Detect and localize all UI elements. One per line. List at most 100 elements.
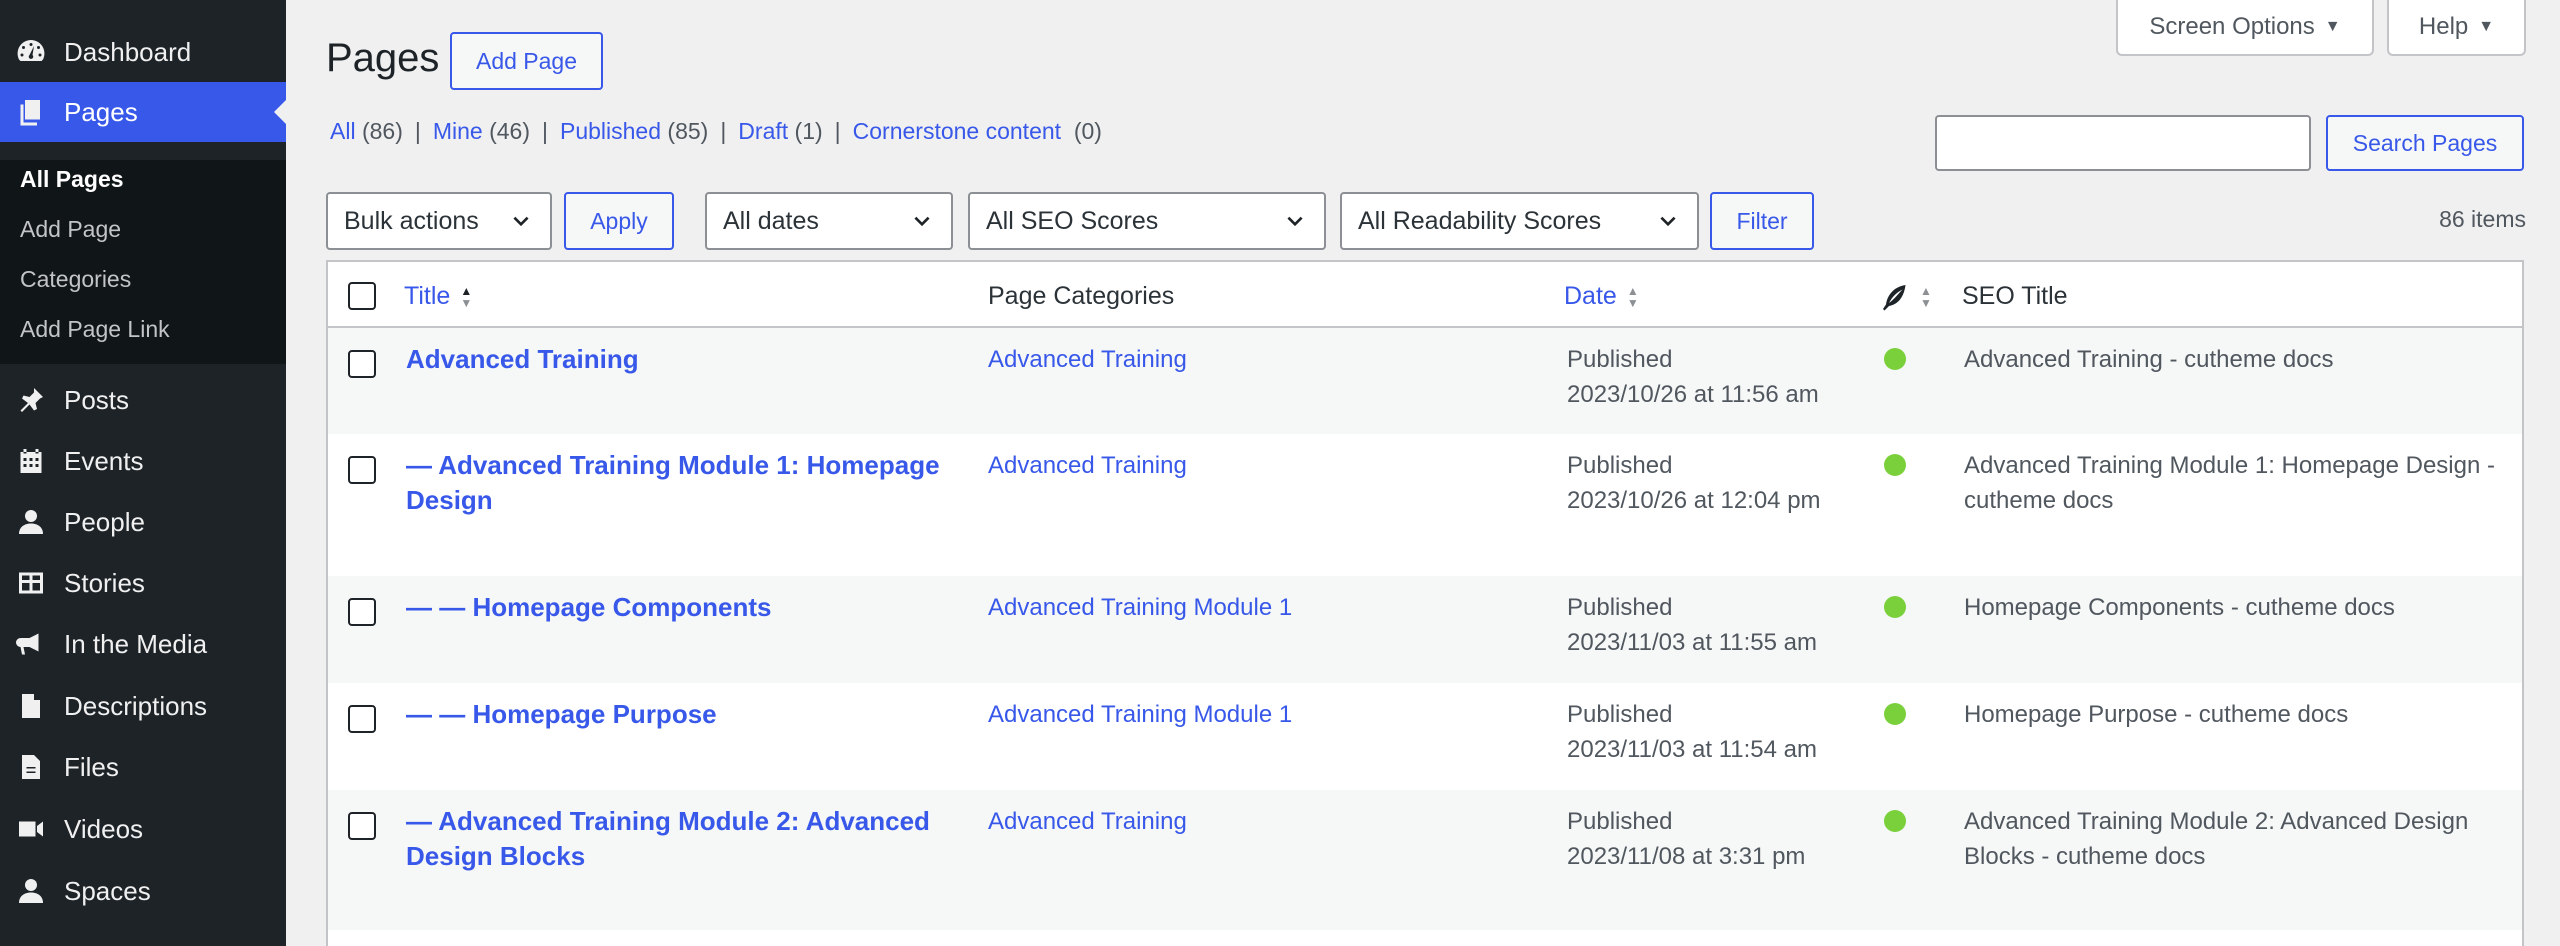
apply-button[interactable]: Apply bbox=[564, 192, 674, 250]
sidebar-item-stories[interactable]: Stories bbox=[0, 553, 286, 613]
sidebar-item-label: People bbox=[64, 506, 145, 537]
sidebar-item-label: Spaces bbox=[64, 875, 151, 906]
sort-icon: ▲ ▼ bbox=[1626, 283, 1639, 310]
pages-table: Title ▲ ▼ Page Categories Date ▲ ▼ ▲ ▼ SEO … bbox=[326, 260, 2524, 946]
view-mine[interactable]: Mine (46) bbox=[433, 118, 530, 145]
sidebar-item-people[interactable]: People bbox=[0, 492, 286, 552]
sidebar-item-label: In the Media bbox=[64, 628, 208, 659]
help-label: Help bbox=[2418, 13, 2469, 40]
page-title-link[interactable]: — Advanced Training Module 2: Advanced D… bbox=[406, 804, 946, 874]
admin-sidebar: Dashboard Pages All Pages Add Page Categ… bbox=[0, 0, 286, 946]
sort-icon: ▲ ▼ bbox=[1920, 284, 1932, 310]
seo-score-indicator bbox=[1884, 348, 1906, 370]
column-seo-score[interactable]: ▲ ▼ bbox=[1880, 282, 1932, 312]
dates-select[interactable]: All dates bbox=[705, 192, 953, 250]
seo-score-indicator bbox=[1884, 596, 1906, 618]
page-title-link[interactable]: Advanced Training bbox=[406, 342, 946, 377]
page-title-link[interactable]: — — Homepage Components bbox=[406, 590, 946, 625]
items-count: 86 items bbox=[2439, 206, 2526, 232]
table-header: Title ▲ ▼ Page Categories Date ▲ ▼ ▲ ▼ SEO … bbox=[328, 262, 2522, 328]
sidebar-item-files[interactable]: Files bbox=[0, 737, 286, 797]
sidebar-item-label: Dashboard bbox=[64, 36, 192, 67]
row-checkbox[interactable] bbox=[348, 456, 376, 484]
seo-scores-select[interactable]: All SEO Scores bbox=[968, 192, 1326, 250]
row-checkbox[interactable] bbox=[348, 598, 376, 626]
sidebar-item-label: Stories bbox=[64, 567, 145, 598]
table-row: — Advanced Training Module 2: Advanced D… bbox=[328, 790, 2522, 930]
calendar-icon bbox=[16, 446, 46, 476]
seo-score-indicator bbox=[1884, 454, 1906, 476]
date-status: Published bbox=[1567, 594, 1673, 621]
seo-title-text: Homepage Components - cutheme docs bbox=[1964, 594, 2395, 621]
table-row: Advanced Training Advanced Training Publ… bbox=[328, 328, 2522, 434]
sidebar-item-label: Posts bbox=[64, 384, 130, 415]
screen-options-button[interactable]: Screen Options ▼ bbox=[2116, 0, 2374, 56]
column-seo-title: SEO Title bbox=[1962, 282, 2068, 310]
seo-title-text: Advanced Training Module 2: Advanced Des… bbox=[1964, 808, 2469, 870]
pin-icon bbox=[16, 385, 46, 415]
view-cornerstone[interactable]: Cornerstone content (0) bbox=[853, 118, 1102, 145]
date-status: Published bbox=[1567, 452, 1673, 479]
category-link[interactable]: Advanced Training bbox=[988, 448, 1187, 483]
date-value: 2023/10/26 at 11:56 am bbox=[1567, 381, 1819, 408]
select-all-checkbox[interactable] bbox=[348, 282, 376, 310]
video-icon bbox=[16, 814, 46, 844]
add-page-button[interactable]: Add Page bbox=[450, 32, 603, 90]
table-row: — Advanced Training Module 1: Homepage D… bbox=[328, 434, 2522, 576]
megaphone-icon bbox=[16, 629, 46, 659]
sidebar-item-spaces[interactable]: Spaces bbox=[0, 861, 286, 921]
sidebar-item-descriptions[interactable]: Descriptions bbox=[0, 676, 286, 736]
seo-score-indicator bbox=[1884, 810, 1906, 832]
view-all[interactable]: All (86) bbox=[330, 118, 403, 145]
person-icon bbox=[16, 507, 46, 537]
view-published[interactable]: Published (85) bbox=[560, 118, 708, 145]
filter-button[interactable]: Filter bbox=[1710, 192, 1814, 250]
submenu-all-pages[interactable]: All Pages bbox=[20, 166, 124, 193]
category-link[interactable]: Advanced Training Module 1 bbox=[988, 590, 1292, 625]
view-draft[interactable]: Draft (1) bbox=[738, 118, 822, 145]
bulk-actions-select[interactable]: Bulk actions bbox=[326, 192, 552, 250]
sidebar-item-dashboard[interactable]: Dashboard bbox=[0, 22, 286, 82]
submenu-categories[interactable]: Categories bbox=[20, 266, 131, 293]
search-pages-button[interactable]: Search Pages bbox=[2326, 115, 2524, 171]
seo-title-text: Homepage Purpose - cutheme docs bbox=[1964, 701, 2349, 728]
readability-scores-select[interactable]: All Readability Scores bbox=[1340, 192, 1699, 250]
page-title-link[interactable]: — — Homepage Purpose bbox=[406, 697, 946, 732]
row-checkbox[interactable] bbox=[348, 705, 376, 733]
dashboard-icon bbox=[16, 37, 46, 67]
category-link[interactable]: Advanced Training bbox=[988, 804, 1187, 839]
search-input[interactable] bbox=[1935, 115, 2311, 171]
pages-icon bbox=[16, 97, 46, 127]
page-title-link[interactable]: — Advanced Training Module 1: Homepage D… bbox=[406, 448, 946, 518]
submenu-add-page[interactable]: Add Page bbox=[20, 216, 121, 243]
column-title[interactable]: Title ▲ ▼ bbox=[404, 282, 472, 311]
date-status: Published bbox=[1567, 808, 1673, 835]
page-title: Pages bbox=[326, 36, 440, 80]
sidebar-item-posts[interactable]: Posts bbox=[0, 370, 286, 430]
date-value: 2023/11/03 at 11:54 am bbox=[1567, 736, 1817, 763]
sidebar-item-in-the-media[interactable]: In the Media bbox=[0, 614, 286, 674]
date-value: 2023/10/26 at 12:04 pm bbox=[1567, 487, 1821, 514]
sidebar-item-videos[interactable]: Videos bbox=[0, 799, 286, 859]
date-value: 2023/11/03 at 11:55 am bbox=[1567, 629, 1817, 656]
view-filters: All (86) | Mine (46) | Published (85) | … bbox=[330, 118, 1102, 145]
sidebar-item-label: Pages bbox=[64, 96, 138, 127]
chevron-down-icon bbox=[914, 216, 930, 227]
row-checkbox[interactable] bbox=[348, 350, 376, 378]
grid-icon bbox=[16, 568, 46, 598]
row-checkbox[interactable] bbox=[348, 812, 376, 840]
category-link[interactable]: Advanced Training Module 1 bbox=[988, 697, 1292, 732]
help-button[interactable]: Help ▼ bbox=[2387, 0, 2526, 56]
column-page-categories: Page Categories bbox=[988, 282, 1175, 310]
sidebar-item-events[interactable]: Events bbox=[0, 431, 286, 491]
seo-title-text: Advanced Training Module 1: Homepage Des… bbox=[1964, 452, 2495, 514]
column-date[interactable]: Date ▲ ▼ bbox=[1564, 282, 1639, 311]
category-link[interactable]: Advanced Training bbox=[988, 342, 1187, 377]
file-icon bbox=[16, 752, 46, 782]
sidebar-item-label: Events bbox=[64, 445, 144, 476]
sort-icon: ▲ ▼ bbox=[460, 283, 473, 310]
table-row: — — Homepage Components Advanced Trainin… bbox=[328, 576, 2522, 683]
submenu-add-page-link[interactable]: Add Page Link bbox=[20, 316, 170, 343]
sidebar-item-pages[interactable]: Pages bbox=[0, 82, 286, 142]
document-icon bbox=[16, 691, 46, 721]
